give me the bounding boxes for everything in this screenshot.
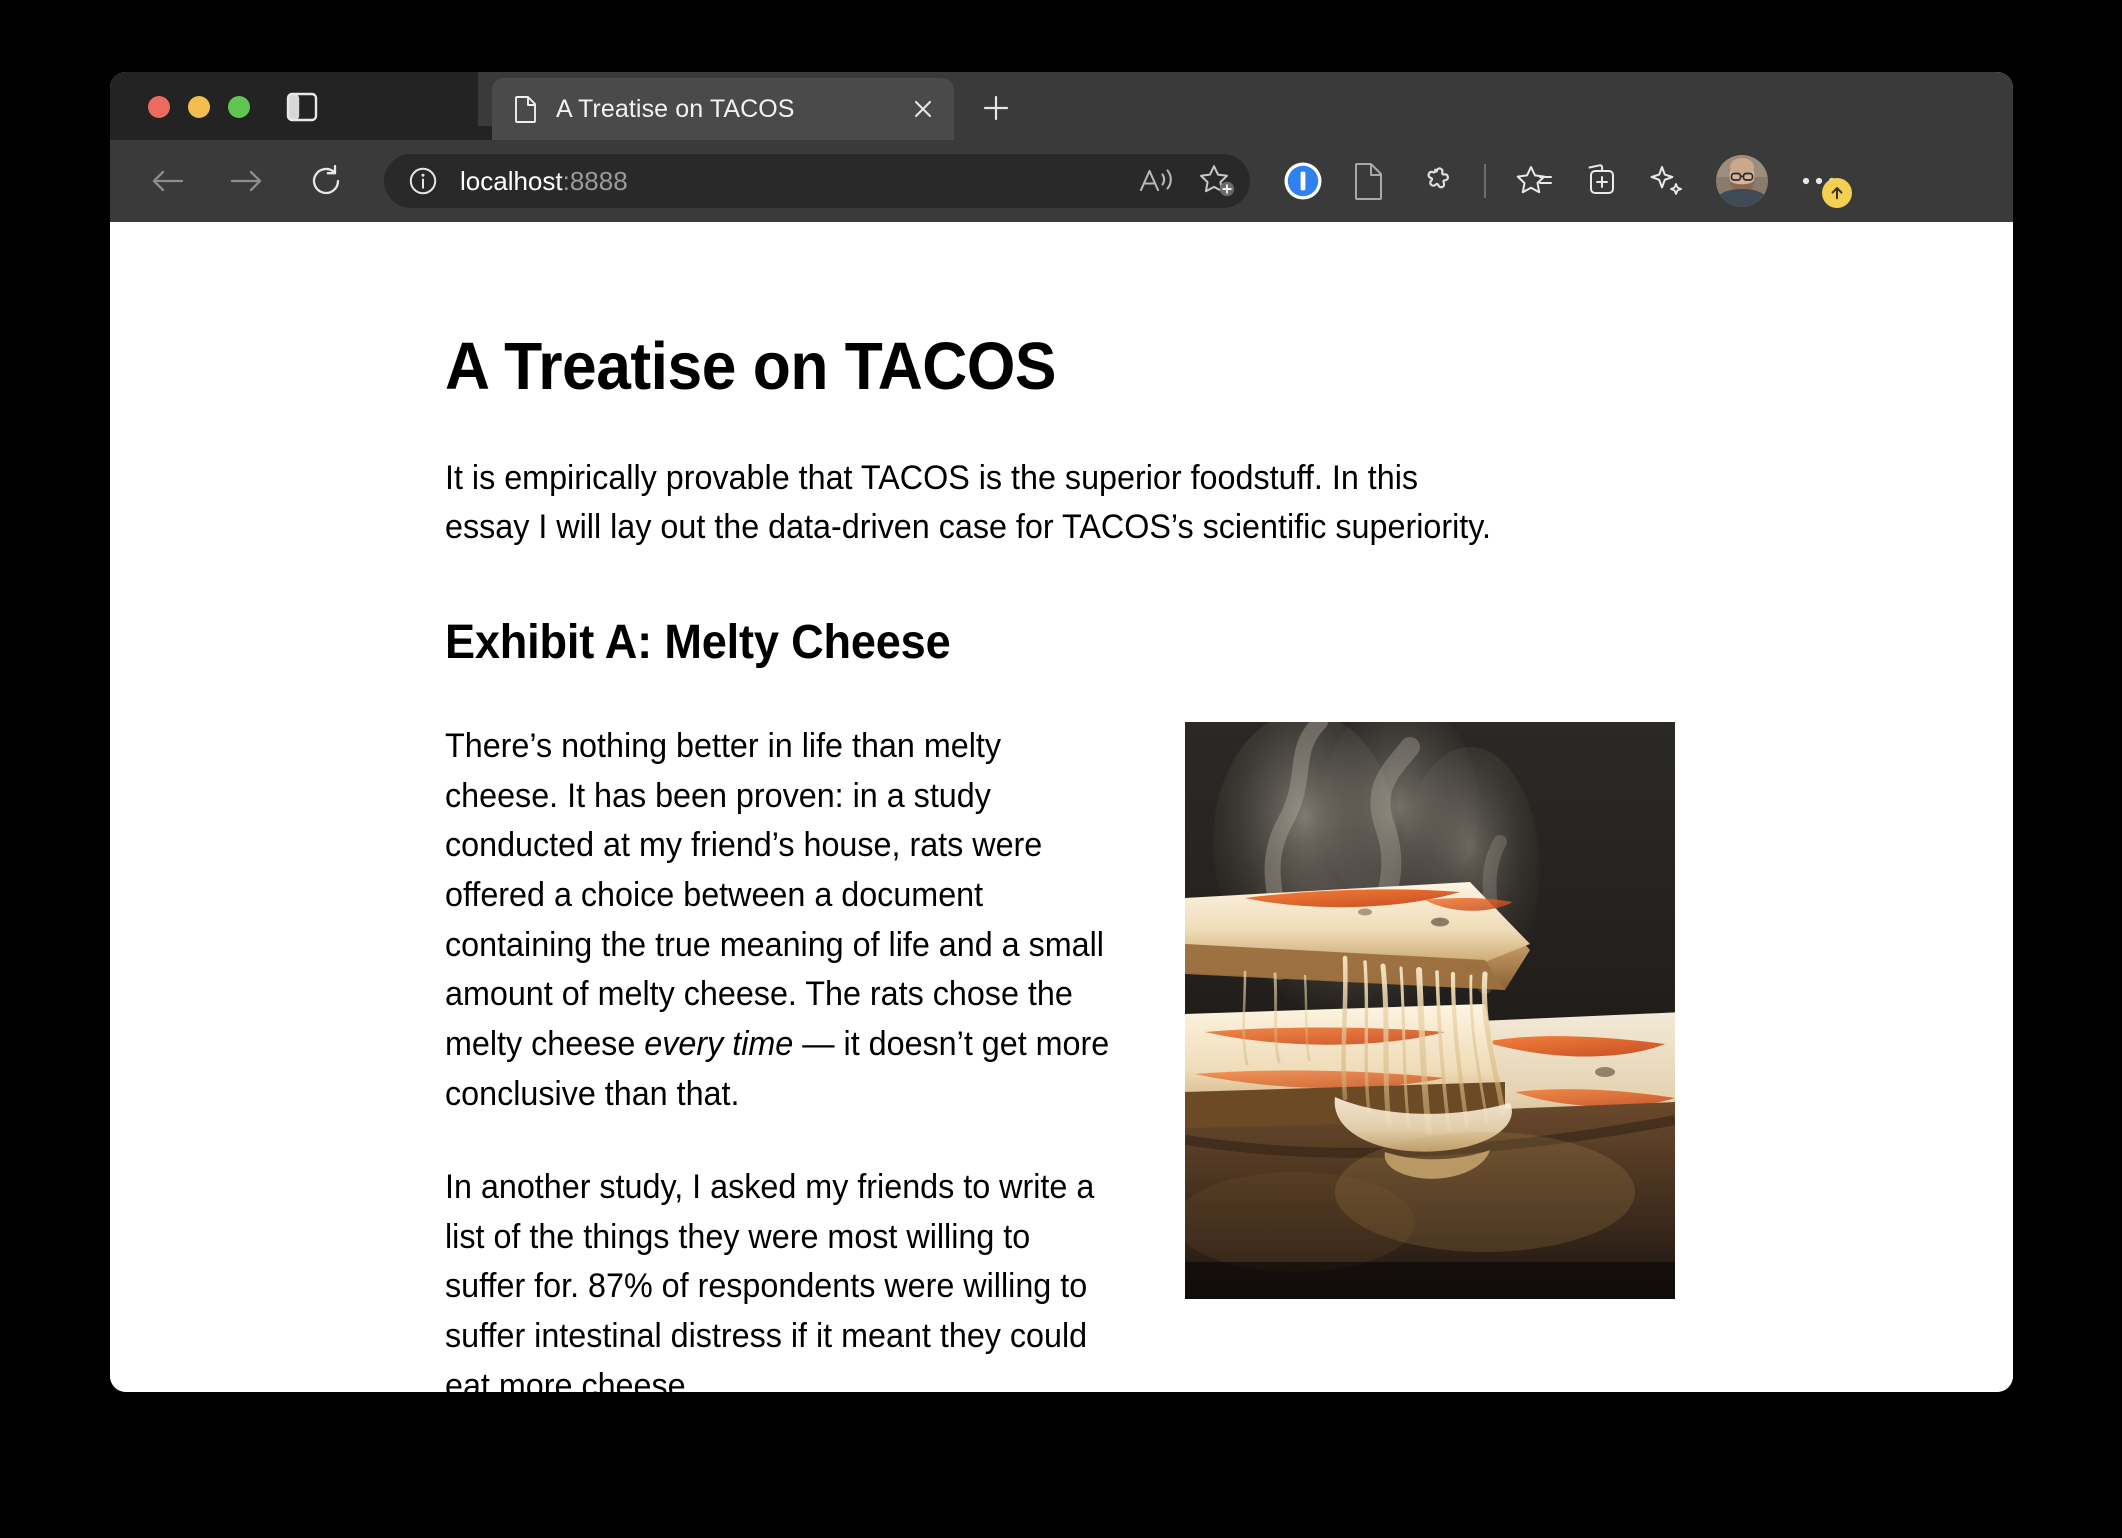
document-icon[interactable]	[1338, 152, 1400, 210]
screen: A Treatise on TACOS localhost:8888 A Tre…	[0, 0, 2122, 1538]
intro-paragraph: It is empirically provable that TACOS is…	[445, 458, 1491, 547]
paragraph-suffering-survey: In another study, I asked my friends to …	[445, 1168, 1095, 1392]
collections-icon[interactable]	[1570, 152, 1632, 210]
window-controls	[148, 96, 250, 118]
close-window-button[interactable]	[148, 96, 170, 118]
page-content: A Treatise on TACOS It is empirically pr…	[110, 222, 1675, 1392]
paragraph-rats-study: There’s nothing better in life than melt…	[445, 722, 1110, 1119]
tab-strip: A Treatise on TACOS	[110, 72, 2013, 140]
forward-button[interactable]	[218, 153, 274, 209]
url-text: localhost:8888	[460, 166, 1124, 197]
sidebar-toggle-icon[interactable]	[286, 92, 318, 122]
close-icon[interactable]	[908, 94, 938, 124]
settings-and-more-button[interactable]	[1788, 152, 1854, 210]
tab-title: A Treatise on TACOS	[556, 94, 795, 123]
url-port: :8888	[562, 165, 628, 196]
add-favorite-icon[interactable]	[1192, 158, 1242, 204]
onepassword-icon[interactable]	[1272, 152, 1334, 210]
browser-toolbar: localhost:8888	[110, 140, 2013, 222]
page-title: A Treatise on TACOS	[445, 329, 1056, 404]
minimize-window-button[interactable]	[188, 96, 210, 118]
section-heading-exhibit-a: Exhibit A: Melty Cheese	[445, 615, 951, 669]
reload-button[interactable]	[298, 153, 354, 209]
new-tab-button[interactable]	[978, 90, 1014, 126]
melty-cheese-photo	[1185, 722, 1675, 1300]
favorites-icon[interactable]	[1504, 152, 1566, 210]
toolbar-divider	[1484, 164, 1486, 198]
extensions-icon[interactable]	[1404, 152, 1466, 210]
read-aloud-icon[interactable]	[1132, 158, 1182, 204]
address-bar-actions	[1132, 158, 1242, 204]
tab-a-treatise-on-tacos[interactable]: A Treatise on TACOS	[492, 78, 954, 140]
emphasis-every-time: every time	[644, 1024, 794, 1063]
paragraph-rats-study-part1: There’s nothing better in life than melt…	[445, 727, 1104, 1063]
toolbar-right-icons	[1272, 152, 1991, 210]
document-icon	[514, 95, 538, 123]
avatar[interactable]	[1716, 155, 1768, 207]
address-bar[interactable]: localhost:8888	[384, 154, 1250, 208]
url-host: localhost	[460, 165, 563, 196]
info-icon[interactable]	[408, 166, 438, 196]
back-button[interactable]	[140, 153, 196, 209]
copilot-icon[interactable]	[1636, 152, 1698, 210]
update-available-badge	[1822, 178, 1852, 208]
section-body: There’s nothing better in life than melt…	[445, 722, 1675, 1392]
browser-window: A Treatise on TACOS localhost:8888 A Tre…	[110, 72, 2013, 1392]
text-column: There’s nothing better in life than melt…	[445, 722, 1145, 1392]
maximize-window-button[interactable]	[228, 96, 250, 118]
page-viewport: A Treatise on TACOS It is empirically pr…	[110, 222, 2013, 1392]
